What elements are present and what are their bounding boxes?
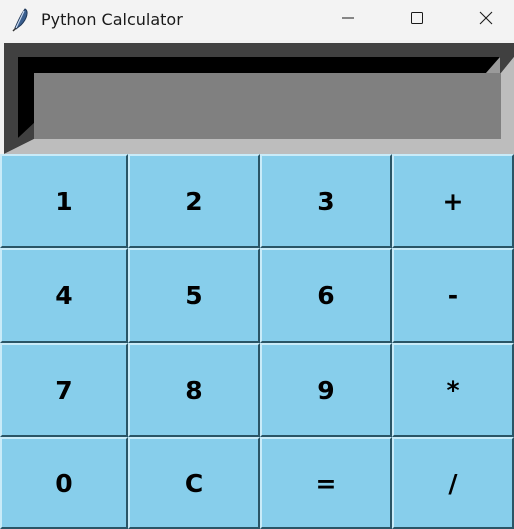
feather-icon: [10, 8, 30, 32]
key-multiply[interactable]: *: [392, 343, 514, 437]
keypad: 1 2 3 + 4 5 6 - 7 8 9 * 0 C = /: [0, 154, 514, 529]
window-title: Python Calculator: [41, 10, 183, 29]
key-5[interactable]: 5: [128, 248, 260, 343]
key-divide[interactable]: /: [392, 437, 514, 529]
minimize-icon: [340, 10, 356, 30]
key-clear[interactable]: C: [128, 437, 260, 529]
key-minus[interactable]: -: [392, 248, 514, 343]
key-1[interactable]: 1: [0, 154, 128, 248]
key-0[interactable]: 0: [0, 437, 128, 529]
close-icon: [478, 10, 494, 30]
key-plus[interactable]: +: [392, 154, 514, 248]
key-6[interactable]: 6: [260, 248, 392, 343]
minimize-button[interactable]: [325, 0, 371, 40]
key-7[interactable]: 7: [0, 343, 128, 437]
calculator-window: Python Calculator 1 2 3 + 4 5 6 - 7 8 9 …: [0, 0, 514, 529]
key-4[interactable]: 4: [0, 248, 128, 343]
key-2[interactable]: 2: [128, 154, 260, 248]
key-equals[interactable]: =: [260, 437, 392, 529]
title-bar[interactable]: Python Calculator: [0, 0, 514, 40]
key-3[interactable]: 3: [260, 154, 392, 248]
close-button[interactable]: [463, 0, 509, 40]
maximize-icon: [409, 10, 425, 30]
maximize-button[interactable]: [394, 0, 440, 40]
key-9[interactable]: 9: [260, 343, 392, 437]
display-frame: [4, 43, 514, 181]
key-8[interactable]: 8: [128, 343, 260, 437]
